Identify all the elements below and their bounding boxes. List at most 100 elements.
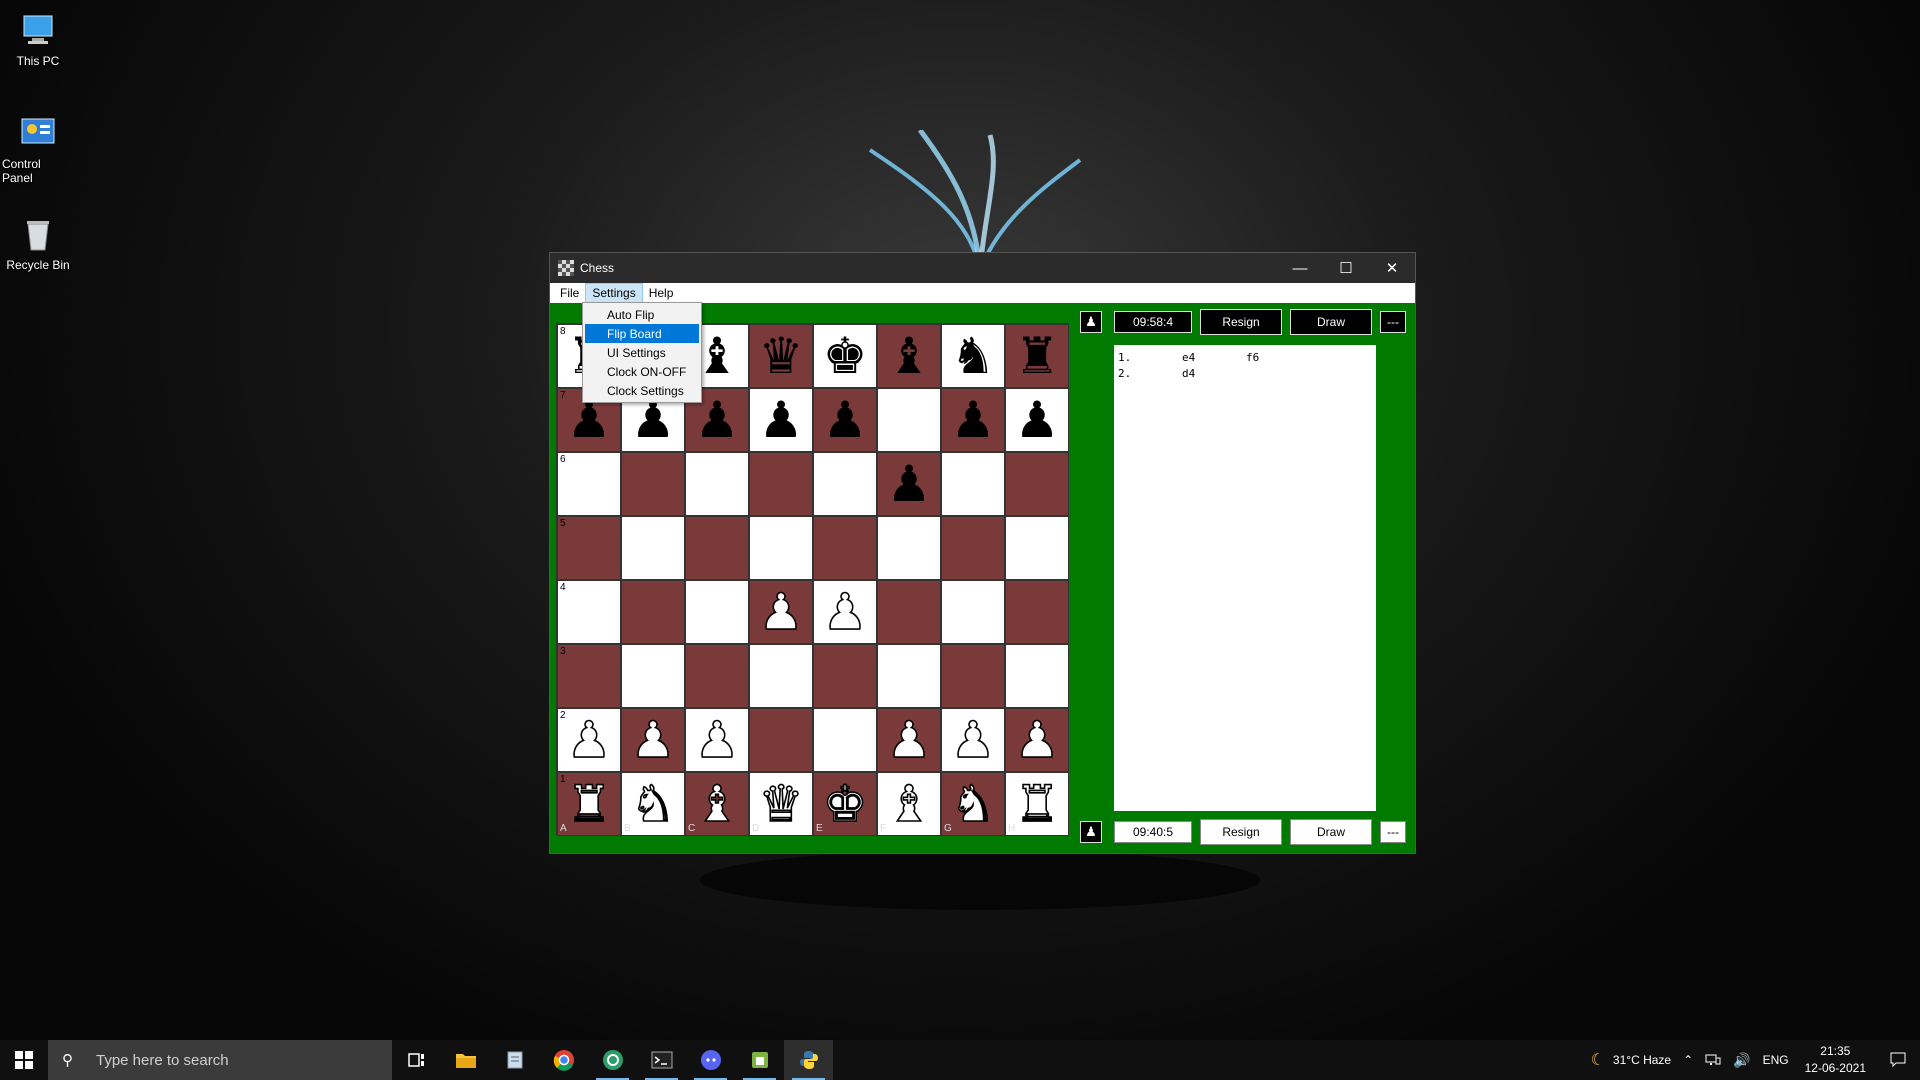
board-square-c4[interactable] (685, 580, 749, 644)
desktop-icon-control-panel[interactable]: Control Panel (2, 113, 74, 185)
file-explorer-button[interactable] (441, 1040, 490, 1080)
white-piece[interactable]: ♟ (950, 714, 996, 766)
terminal-button[interactable] (637, 1040, 686, 1080)
board-square-e2[interactable] (813, 708, 877, 772)
desktop-icon-this-pc[interactable]: This PC (2, 10, 74, 68)
board-square-a3[interactable]: 3 (557, 644, 621, 708)
black-piece[interactable]: ♟ (1015, 395, 1060, 445)
board-square-b2[interactable]: ♟ (621, 708, 685, 772)
board-square-b4[interactable] (621, 580, 685, 644)
close-button[interactable]: ✕ (1369, 253, 1415, 283)
white-piece[interactable]: ♚ (822, 778, 868, 830)
board-square-e5[interactable] (813, 516, 877, 580)
start-button[interactable] (0, 1040, 48, 1080)
board-square-e4[interactable]: ♟ (813, 580, 877, 644)
desktop-icon-recycle-bin[interactable]: Recycle Bin (2, 214, 74, 272)
white-piece[interactable]: ♟ (1014, 714, 1060, 766)
notepad-button[interactable] (490, 1040, 539, 1080)
board-square-h5[interactable] (1005, 516, 1069, 580)
board-square-f4[interactable] (877, 580, 941, 644)
board-square-g8[interactable]: ♞ (941, 324, 1005, 388)
maximize-button[interactable]: ☐ (1323, 253, 1369, 283)
board-square-e3[interactable] (813, 644, 877, 708)
black-piece[interactable]: ♟ (759, 395, 804, 445)
board-square-h2[interactable]: ♟ (1005, 708, 1069, 772)
board-square-c5[interactable] (685, 516, 749, 580)
board-square-f8[interactable]: ♝ (877, 324, 941, 388)
board-square-g4[interactable] (941, 580, 1005, 644)
white-piece[interactable]: ♟ (758, 586, 804, 638)
board-square-e8[interactable]: ♚ (813, 324, 877, 388)
board-square-d1[interactable]: D ♛ (749, 772, 813, 836)
minimize-button[interactable]: — (1277, 253, 1323, 283)
black-piece[interactable]: ♟ (887, 459, 932, 509)
top-resign-button[interactable]: Resign (1200, 309, 1282, 335)
black-piece[interactable]: ♝ (887, 331, 932, 381)
board-square-g6[interactable] (941, 452, 1005, 516)
volume-icon[interactable]: 🔊 (1727, 1052, 1756, 1069)
network-icon[interactable] (1699, 1053, 1727, 1067)
taskbar-clock[interactable]: 21:35 12-06-2021 (1795, 1043, 1876, 1077)
board-square-d4[interactable]: ♟ (749, 580, 813, 644)
board-square-g3[interactable] (941, 644, 1005, 708)
menu-help[interactable]: Help (643, 283, 680, 303)
board-square-h4[interactable] (1005, 580, 1069, 644)
white-piece[interactable]: ♟ (694, 714, 740, 766)
white-piece[interactable]: ♝ (886, 778, 932, 830)
title-bar[interactable]: Chess — ☐ ✕ (550, 253, 1415, 283)
white-piece[interactable]: ♟ (886, 714, 932, 766)
board-square-f3[interactable] (877, 644, 941, 708)
board-square-a6[interactable]: 6 (557, 452, 621, 516)
board-square-d6[interactable] (749, 452, 813, 516)
board-square-e7[interactable]: ♟ (813, 388, 877, 452)
top-draw-button[interactable]: Draw (1290, 309, 1372, 335)
chevron-up-icon[interactable]: ⌃ (1677, 1053, 1699, 1067)
board-square-h3[interactable] (1005, 644, 1069, 708)
taskbar-search-box[interactable]: ⚲ Type here to search (48, 1040, 392, 1080)
board-square-a1[interactable]: 1 A ♜ (557, 772, 621, 836)
white-piece[interactable]: ♜ (1014, 778, 1060, 830)
menu-file[interactable]: File (554, 283, 585, 303)
board-square-a4[interactable]: 4 (557, 580, 621, 644)
menu-item-clock-settings[interactable]: Clock Settings (585, 381, 699, 400)
bottom-draw-button[interactable]: Draw (1290, 819, 1372, 845)
board-square-b5[interactable] (621, 516, 685, 580)
board-square-b6[interactable] (621, 452, 685, 516)
board-square-f6[interactable]: ♟ (877, 452, 941, 516)
white-piece[interactable]: ♞ (630, 778, 676, 830)
black-piece[interactable]: ♟ (823, 395, 868, 445)
board-square-h6[interactable] (1005, 452, 1069, 516)
weather-widget[interactable]: ☾ 31°C Haze (1585, 1050, 1678, 1070)
white-piece[interactable]: ♟ (822, 586, 868, 638)
menu-item-clock-on-off[interactable]: Clock ON-OFF (585, 362, 699, 381)
black-piece[interactable]: ♟ (951, 395, 996, 445)
board-square-d5[interactable] (749, 516, 813, 580)
white-piece[interactable]: ♛ (758, 778, 804, 830)
bottom-more-button[interactable]: --- (1380, 821, 1406, 843)
white-piece[interactable]: ♟ (630, 714, 676, 766)
board-square-f5[interactable] (877, 516, 941, 580)
board-square-a5[interactable]: 5 (557, 516, 621, 580)
black-piece[interactable]: ♚ (823, 331, 868, 381)
discord-button[interactable] (686, 1040, 735, 1080)
white-piece[interactable]: ♝ (694, 778, 740, 830)
notification-center-button[interactable] (1876, 1052, 1920, 1068)
board-square-c6[interactable] (685, 452, 749, 516)
board-square-h8[interactable]: ♜ (1005, 324, 1069, 388)
board-square-d3[interactable] (749, 644, 813, 708)
board-square-e1[interactable]: E ♚ (813, 772, 877, 836)
board-square-f1[interactable]: F ♝ (877, 772, 941, 836)
bottom-resign-button[interactable]: Resign (1200, 819, 1282, 845)
chrome-button[interactable] (539, 1040, 588, 1080)
board-square-a2[interactable]: 2 ♟ (557, 708, 621, 772)
app-button[interactable] (588, 1040, 637, 1080)
board-square-g1[interactable]: G ♞ (941, 772, 1005, 836)
python-button[interactable] (784, 1040, 833, 1080)
black-piece[interactable]: ♞ (951, 331, 996, 381)
board-square-c3[interactable] (685, 644, 749, 708)
board-square-h7[interactable]: ♟ (1005, 388, 1069, 452)
board-square-b3[interactable] (621, 644, 685, 708)
menu-item-ui-settings[interactable]: UI Settings (585, 343, 699, 362)
task-view-button[interactable] (392, 1040, 441, 1080)
menu-item-flip-board[interactable]: Flip Board (585, 324, 699, 343)
